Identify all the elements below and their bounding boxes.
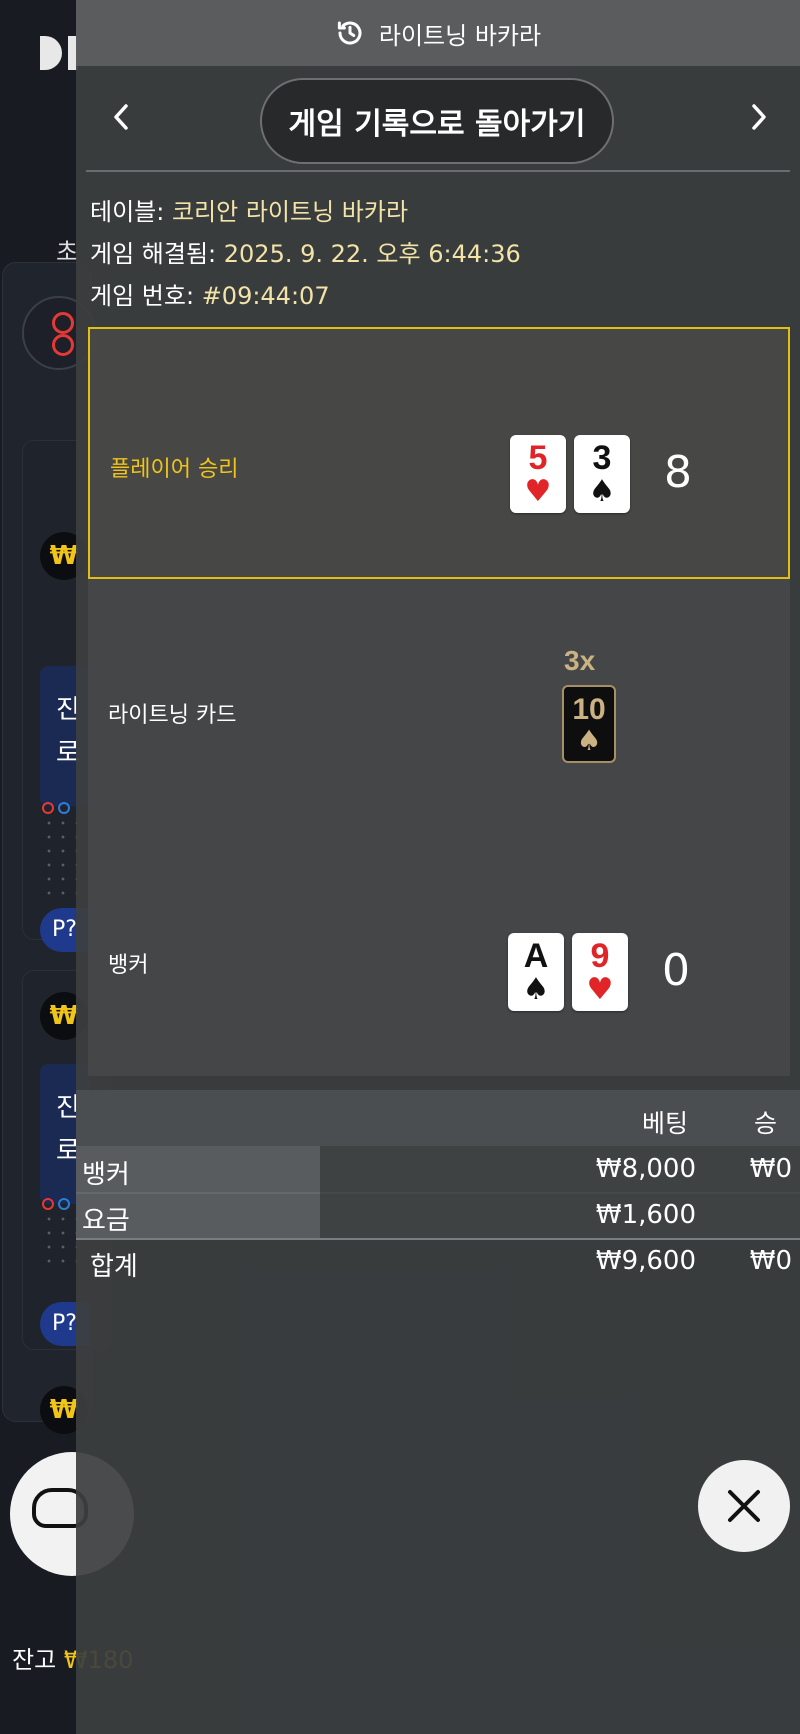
bet-amount: ₩1,600 xyxy=(595,1200,696,1230)
close-button[interactable] xyxy=(698,1460,790,1552)
close-icon xyxy=(728,1490,760,1522)
history-icon xyxy=(337,21,362,45)
bet-name: 요금 xyxy=(82,1206,130,1236)
game-number-info: 게임 번호: #09:44:07 xyxy=(90,276,330,311)
table-label: 테이블: xyxy=(90,198,165,226)
banker-card-2: 9 ♥ xyxy=(572,933,628,1011)
chevron-left-icon xyxy=(114,104,128,130)
resolved-value: 2025. 9. 22. 오후 6:44:36 xyxy=(223,240,521,268)
bg-road-dot xyxy=(42,1198,54,1210)
divider xyxy=(86,170,790,172)
total-bet-amount: ₩9,600 xyxy=(595,1246,696,1276)
table-value: 코리안 라이트닝 바카라 xyxy=(171,198,409,226)
player-card-2: 3 ♠ xyxy=(574,435,630,513)
panel-title: 라이트닝 바카라 xyxy=(378,21,542,50)
bet-row-banker: 뱅커 ₩8,000 ₩0 xyxy=(76,1146,800,1194)
banker-and-lightning-section: 라이트닝 카드 3x 10 ♠ 뱅커 A ♠ 9 ♥ 0 xyxy=(88,579,790,1076)
resolved-info: 게임 해결됨: 2025. 9. 22. 오후 6:44:36 xyxy=(90,234,521,269)
game-number-value: #09:44:07 xyxy=(201,282,330,310)
bets-table-header: 베팅 승 xyxy=(76,1090,800,1146)
bet-row-total: 합계 ₩9,600 ₩0 xyxy=(76,1240,800,1286)
total-win-amount: ₩0 xyxy=(749,1246,792,1276)
total-label: 합계 xyxy=(90,1252,138,1282)
win-amount: ₩0 xyxy=(749,1154,792,1184)
bet-name: 뱅커 xyxy=(82,1160,130,1190)
lightning-multiplier: 3x xyxy=(564,645,596,676)
banker-label: 뱅커 xyxy=(108,953,149,978)
player-score: 8 xyxy=(664,447,692,498)
brand-logo xyxy=(40,36,80,70)
player-result-label: 플레이어 승리 xyxy=(110,457,239,482)
player-hand: 플레이어 승리 5 ♥ 3 ♠ 8 xyxy=(88,327,790,579)
win-column-header: 승 xyxy=(754,1109,778,1138)
bet-row-fee: 요금 ₩1,600 xyxy=(76,1192,800,1240)
prev-game-button[interactable] xyxy=(96,92,146,142)
bg-road-dot xyxy=(58,802,70,814)
game-history-detail-panel: 라이트닝 바카라 게임 기록으로 돌아가기 테이블: 코리안 라이트닝 바카라 … xyxy=(76,0,800,1734)
player-card-1: 5 ♥ xyxy=(510,435,566,513)
next-game-button[interactable] xyxy=(734,92,784,142)
bg-road-dot xyxy=(42,802,54,814)
chevron-right-icon xyxy=(752,104,766,130)
back-to-history-button[interactable]: 게임 기록으로 돌아가기 xyxy=(260,78,614,164)
game-number-label: 게임 번호: xyxy=(90,282,195,310)
resolved-label: 게임 해결됨: xyxy=(90,240,217,268)
bet-amount: ₩8,000 xyxy=(595,1154,696,1184)
bg-road-dot xyxy=(58,1198,70,1210)
bet-column-header: 베팅 xyxy=(642,1109,689,1138)
lightning-card-label: 라이트닝 카드 xyxy=(108,703,237,728)
panel-header: 라이트닝 바카라 xyxy=(76,0,800,66)
banker-score: 0 xyxy=(662,945,690,996)
history-nav: 게임 기록으로 돌아가기 xyxy=(76,66,800,170)
balance-label: 잔고 xyxy=(12,1646,57,1674)
table-info: 테이블: 코리안 라이트닝 바카라 xyxy=(90,192,408,227)
banker-card-1: A ♠ xyxy=(508,933,564,1011)
lightning-card: 10 ♠ xyxy=(562,685,616,763)
